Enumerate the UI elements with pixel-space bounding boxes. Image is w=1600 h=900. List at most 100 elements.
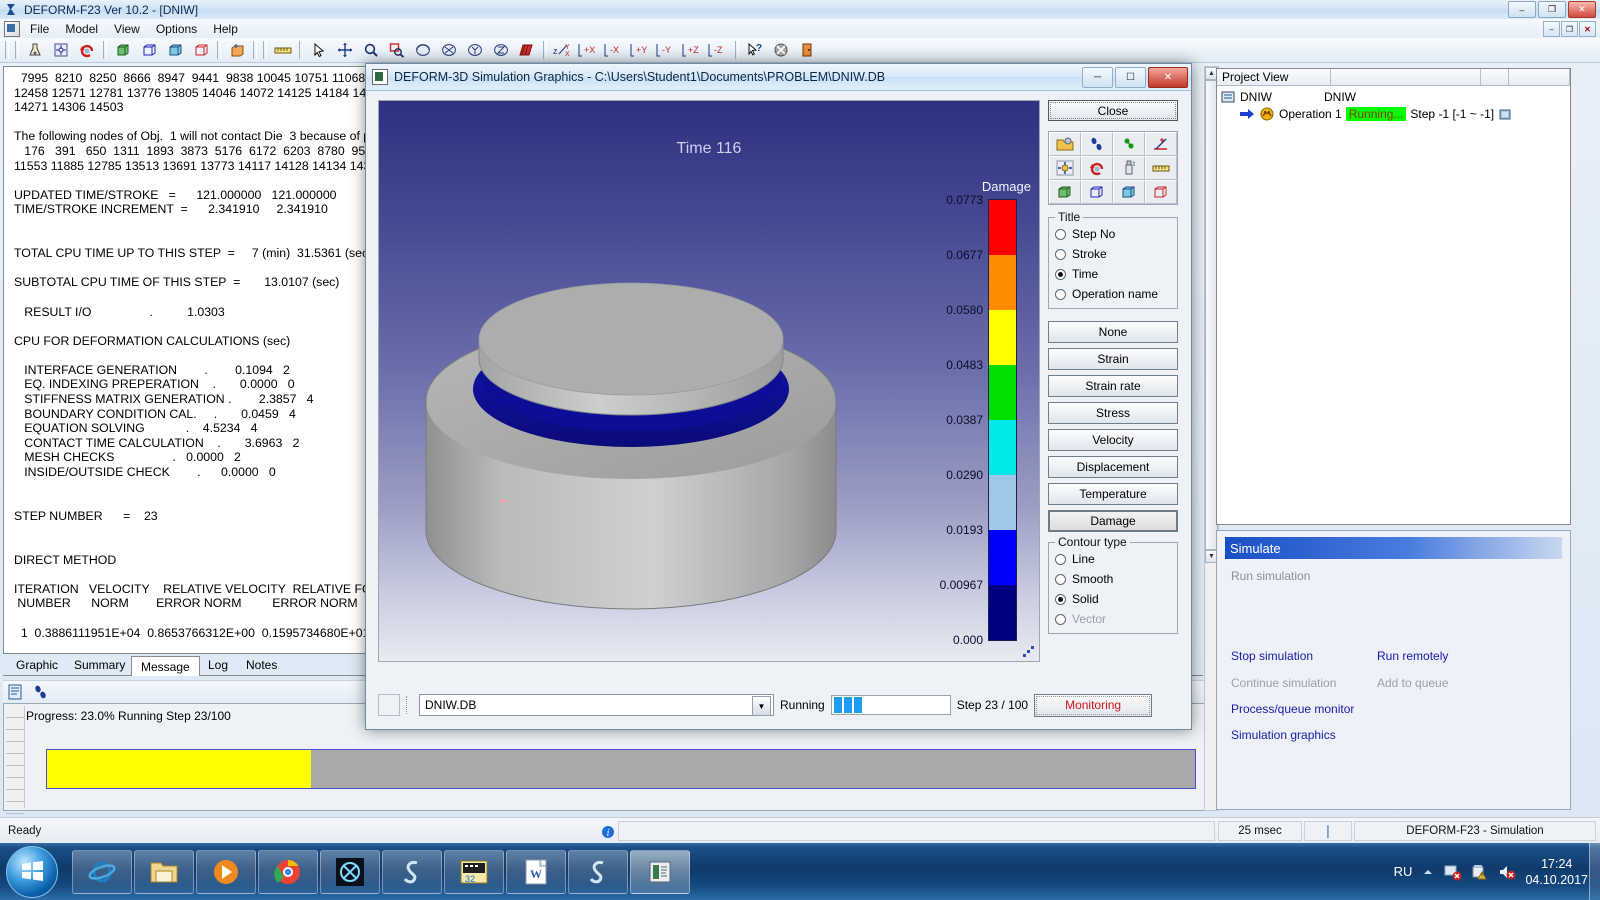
viewport-resize-handle[interactable] bbox=[1021, 644, 1035, 658]
door-exit-icon[interactable] bbox=[795, 39, 819, 61]
wireframe-red-icon[interactable] bbox=[1145, 180, 1177, 204]
rotate-z-icon[interactable] bbox=[489, 39, 513, 61]
atoms-icon[interactable] bbox=[1113, 132, 1145, 156]
taskbar-item-deform[interactable] bbox=[630, 850, 690, 894]
report-icon[interactable] bbox=[7, 684, 23, 700]
zoom-icon[interactable] bbox=[359, 39, 383, 61]
help-pointer-icon[interactable]: ? bbox=[743, 39, 767, 61]
view-plus-z-icon[interactable]: +Z bbox=[681, 39, 705, 61]
rotate-x-icon[interactable] bbox=[437, 39, 461, 61]
zoom-window-icon[interactable] bbox=[385, 39, 409, 61]
button-strain-rate[interactable]: Strain rate bbox=[1048, 375, 1178, 397]
radio-contour-solid[interactable]: Solid bbox=[1055, 589, 1173, 609]
menu-item-help[interactable]: Help bbox=[205, 21, 246, 37]
tab-graphic[interactable]: Graphic bbox=[7, 656, 67, 674]
windows-start-icon[interactable] bbox=[6, 846, 58, 898]
view-plus-x-icon[interactable]: +X bbox=[577, 39, 601, 61]
node-move-icon[interactable] bbox=[49, 39, 73, 61]
taskbar-item-chrome[interactable] bbox=[258, 850, 318, 894]
graphics-viewport[interactable]: Time 116 Damage bbox=[378, 100, 1040, 662]
radio-contour-line[interactable]: Line bbox=[1055, 549, 1173, 569]
button-displacement[interactable]: Displacement bbox=[1048, 456, 1178, 478]
footprints-icon[interactable] bbox=[33, 684, 49, 700]
taskbar-item-video-editor[interactable]: 32 bbox=[444, 850, 504, 894]
footprints-icon[interactable] bbox=[1081, 132, 1113, 156]
stop-icon[interactable] bbox=[769, 39, 793, 61]
button-damage[interactable]: Damage bbox=[1048, 510, 1178, 532]
wireframe-red-icon[interactable] bbox=[189, 39, 213, 61]
add-object-icon[interactable] bbox=[225, 39, 249, 61]
menu-item-model[interactable]: Model bbox=[57, 21, 106, 37]
tab-summary[interactable]: Summary bbox=[65, 656, 134, 674]
link-simulation-graphics[interactable]: Simulation graphics bbox=[1231, 728, 1336, 742]
view-minus-z-icon[interactable]: -Z bbox=[707, 39, 731, 61]
flask-icon[interactable] bbox=[23, 39, 47, 61]
monitoring-button[interactable]: Monitoring bbox=[1034, 694, 1152, 717]
shear-icon[interactable] bbox=[515, 39, 539, 61]
taskbar-item-media-player[interactable] bbox=[196, 850, 256, 894]
tab-log[interactable]: Log bbox=[199, 656, 237, 674]
close-button[interactable]: ✕ bbox=[1568, 1, 1596, 18]
wireframe-blue-icon[interactable] bbox=[1081, 180, 1113, 204]
shaded-cube-icon[interactable] bbox=[1113, 180, 1145, 204]
tree-row-root[interactable]: DNIW DNIW bbox=[1221, 88, 1570, 105]
chevron-down-icon[interactable]: ▼ bbox=[752, 696, 771, 716]
button-stress[interactable]: Stress bbox=[1048, 402, 1178, 424]
show-desktop-button[interactable] bbox=[1589, 843, 1600, 900]
taskbar-clock[interactable]: 17:24 04.10.2017 bbox=[1525, 856, 1588, 888]
button-strain[interactable]: Strain bbox=[1048, 348, 1178, 370]
taskbar-item-internet-explorer[interactable] bbox=[72, 850, 132, 894]
rotate-y-icon[interactable] bbox=[463, 39, 487, 61]
dialog-close-button[interactable]: ✕ bbox=[1148, 67, 1188, 88]
button-velocity[interactable]: Velocity bbox=[1048, 429, 1178, 451]
network-error-icon[interactable] bbox=[1444, 863, 1462, 881]
minimize-button[interactable]: – bbox=[1508, 1, 1536, 18]
action-center-icon[interactable]: ! bbox=[1471, 863, 1489, 881]
view-plus-y-icon[interactable]: +Y bbox=[629, 39, 653, 61]
button-temperature[interactable]: Temperature bbox=[1048, 483, 1178, 505]
tray-language[interactable]: RU bbox=[1394, 864, 1413, 879]
mdi-restore-button[interactable]: ❐ bbox=[1561, 21, 1578, 37]
radio-stroke[interactable]: Stroke bbox=[1055, 244, 1173, 264]
rotate-undo-icon[interactable] bbox=[75, 39, 99, 61]
close-button[interactable]: Close bbox=[1048, 100, 1178, 121]
link-stop-simulation[interactable]: Stop simulation bbox=[1231, 649, 1313, 663]
link-process-queue-monitor[interactable]: Process/queue monitor bbox=[1231, 702, 1354, 716]
move-arrows-icon[interactable] bbox=[1049, 156, 1081, 180]
open-folder-icon[interactable] bbox=[1049, 132, 1081, 156]
tab-notes[interactable]: Notes bbox=[237, 656, 286, 674]
view-minus-y-icon[interactable]: -Y bbox=[655, 39, 679, 61]
menu-item-file[interactable]: File bbox=[22, 21, 57, 37]
taskbar-item-kompas[interactable] bbox=[320, 850, 380, 894]
graph-axes-icon[interactable] bbox=[1145, 132, 1177, 156]
spray-icon[interactable] bbox=[1113, 156, 1145, 180]
button-none[interactable]: None bbox=[1048, 321, 1178, 343]
dialog-minimize-button[interactable]: ─ bbox=[1082, 67, 1113, 88]
shaded-cube-icon[interactable] bbox=[163, 39, 187, 61]
ruler-icon[interactable] bbox=[271, 39, 295, 61]
wireframe-blue-icon[interactable] bbox=[137, 39, 161, 61]
pointer-icon[interactable] bbox=[307, 39, 331, 61]
radio-step-no[interactable]: Step No bbox=[1055, 224, 1173, 244]
mdi-close-button[interactable]: ✕ bbox=[1579, 21, 1596, 37]
rotate-free-icon[interactable] bbox=[411, 39, 435, 61]
rotate-undo-icon[interactable] bbox=[1081, 156, 1113, 180]
radio-operation-name[interactable]: Operation name bbox=[1055, 284, 1173, 304]
pan-icon[interactable] bbox=[333, 39, 357, 61]
tree-row-operation[interactable]: Operation 1 Running... Step -1 [-1 ~ -1] bbox=[1221, 105, 1570, 122]
dialog-maximize-button[interactable]: ☐ bbox=[1115, 67, 1146, 88]
show-hidden-icon[interactable] bbox=[1421, 865, 1435, 879]
mdi-minimize-button[interactable]: – bbox=[1543, 21, 1560, 37]
volume-muted-icon[interactable] bbox=[1498, 863, 1516, 881]
mesh-solid-icon[interactable] bbox=[1049, 180, 1081, 204]
axis-zyx-icon[interactable]: zYX bbox=[551, 39, 575, 61]
radio-time[interactable]: Time bbox=[1055, 264, 1173, 284]
database-select[interactable]: DNIW.DB ▼ bbox=[419, 694, 774, 716]
menu-item-options[interactable]: Options bbox=[148, 21, 205, 37]
link-run-remotely[interactable]: Run remotely bbox=[1377, 649, 1448, 663]
taskbar-item-explorer[interactable] bbox=[134, 850, 194, 894]
radio-contour-smooth[interactable]: Smooth bbox=[1055, 569, 1173, 589]
taskbar-item-word[interactable]: W bbox=[506, 850, 566, 894]
menu-item-view[interactable]: View bbox=[106, 21, 148, 37]
taskbar-item-s-app2[interactable] bbox=[568, 850, 628, 894]
